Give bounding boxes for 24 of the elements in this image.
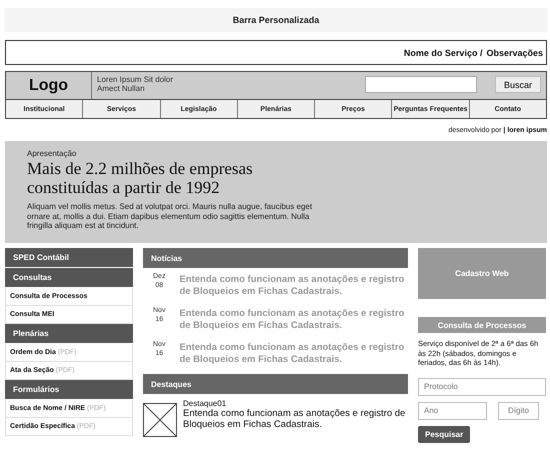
hero-text: Aliquam vel mollis metus. Sed at volutpat orci. Mauris nulla augue, faucibus eget ornare at, mollis a dui. Etiam dapibus elementum odio sagittis elementum. Nulla fringilla aliquam est at tincidunt. (27, 202, 314, 230)
protocol-field[interactable]: Protocolo (418, 378, 546, 396)
search-button[interactable]: Buscar (495, 76, 541, 93)
year-field[interactable]: Ano (418, 402, 487, 420)
hero-title: Mais de 2.2 milhões de empresas constituídas a partir de 1992 (27, 159, 254, 197)
top-bar: Barra Personalizada (5, 8, 547, 32)
sidebar-heading: Plenárias (5, 324, 133, 344)
service-notes: Observações (486, 48, 543, 58)
sidebar-heading: SPED Contábil (5, 248, 133, 268)
digit-field[interactable]: Dígito (498, 402, 539, 420)
image-placeholder-icon (143, 403, 177, 437)
hero-label: Apresentação (27, 149, 78, 158)
consulta-heading: Consulta de Processos (418, 317, 546, 333)
service-name: Nome do Serviço / (404, 48, 482, 58)
sidebar-heading: Consultas (5, 268, 133, 288)
search-button[interactable]: Pesquisar (418, 426, 470, 442)
highlights-heading: Destaques (143, 374, 408, 394)
highlight-text: Entenda como funcionam as anotações e registro de Bloqueios em Fichas Cadastrais. (183, 408, 406, 430)
sidebar-heading: Formulários (5, 380, 133, 400)
tagline: Loren Ipsum Sit dolor Amect Nullan (96, 74, 174, 95)
highlight-title: Destaque01 (183, 399, 228, 408)
logo: Logo (6, 72, 92, 99)
search-field[interactable] (365, 76, 477, 93)
news-heading: Notícias (143, 248, 408, 268)
